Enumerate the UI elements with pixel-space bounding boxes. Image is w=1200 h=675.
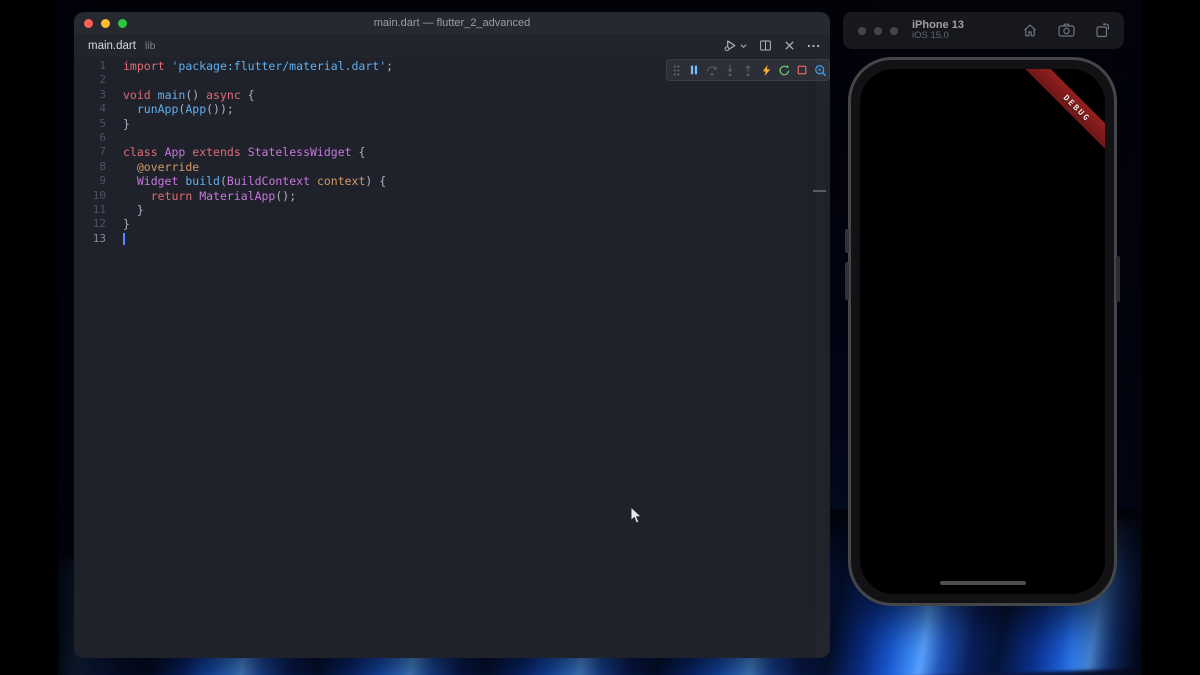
rotate-icon[interactable]	[1095, 23, 1110, 38]
code-line[interactable]: 12}	[74, 217, 830, 231]
step-into-icon[interactable]	[722, 62, 738, 78]
code-text: Widget build(BuildContext context) {	[123, 174, 386, 188]
simulator-traffic-lights	[858, 27, 898, 35]
line-number: 7	[74, 145, 106, 159]
step-out-icon[interactable]	[740, 62, 756, 78]
home-indicator[interactable]	[940, 581, 1026, 586]
drag-handle-icon[interactable]	[668, 62, 684, 78]
code-text	[123, 232, 125, 246]
run-debug-icon	[723, 38, 738, 53]
iphone-simulator: DEBUG	[848, 57, 1117, 606]
code-line[interactable]: 3 void main() async {	[74, 88, 830, 102]
line-number: 9	[74, 174, 106, 188]
breadcrumb-folder[interactable]: lib	[145, 40, 156, 52]
code-line[interactable]: 8 @override	[74, 160, 830, 174]
run-or-debug-button[interactable]	[723, 38, 747, 53]
scrollbar[interactable]	[816, 57, 830, 658]
volume-up-button	[845, 229, 849, 253]
debug-toolbar	[666, 59, 830, 81]
line-number: 1	[74, 59, 106, 73]
line-number: 2	[74, 73, 106, 87]
line-number: 8	[74, 160, 106, 174]
code-line[interactable]: 7 class App extends StatelessWidget {	[74, 145, 830, 159]
split-editor-button[interactable]	[759, 39, 772, 52]
desktop: main.dart — flutter_2_advanced main.dart…	[0, 0, 1200, 675]
line-number: 4	[74, 102, 106, 116]
line-number: 5	[74, 117, 106, 131]
simulator-toolbar-icons	[1022, 23, 1110, 38]
code-line[interactable]: 10 return MaterialApp();	[74, 189, 830, 203]
code-text: class App extends StatelessWidget {	[123, 145, 365, 159]
code-text: }	[123, 217, 130, 231]
line-number: 6	[74, 131, 106, 145]
power-button	[1116, 256, 1120, 302]
mouse-cursor	[630, 506, 644, 526]
window-titlebar[interactable]: main.dart — flutter_2_advanced	[74, 12, 830, 34]
code-text: runApp(App());	[123, 102, 234, 116]
simulator-screen[interactable]: DEBUG	[860, 69, 1105, 594]
code-text: @override	[123, 160, 199, 174]
sim-zoom-button[interactable]	[890, 27, 898, 35]
text-cursor	[123, 233, 125, 245]
line-number: 10	[74, 189, 106, 203]
code-line[interactable]: 5}	[74, 117, 830, 131]
code-text: return MaterialApp();	[123, 189, 296, 203]
step-over-icon[interactable]	[704, 62, 720, 78]
pause-icon[interactable]	[686, 62, 702, 78]
debug-banner: DEBUG	[1025, 69, 1105, 160]
code-text: }	[123, 117, 130, 131]
chevron-down-icon	[740, 43, 747, 49]
simulator-title-block: iPhone 13 iOS 15.0	[912, 19, 964, 43]
debug-banner-label: DEBUG	[1062, 93, 1092, 123]
line-number: 3	[74, 88, 106, 102]
more-actions-button[interactable]	[807, 44, 820, 48]
home-icon[interactable]	[1022, 23, 1038, 38]
code-editor[interactable]: 1 import 'package:flutter/material.dart';…	[74, 57, 830, 658]
code-line[interactable]: 6	[74, 131, 830, 145]
close-tab-button[interactable]	[784, 40, 795, 51]
line-number: 12	[74, 217, 106, 231]
hot-reload-icon[interactable]	[758, 62, 774, 78]
sim-minimize-button[interactable]	[874, 27, 882, 35]
screenshot-icon[interactable]	[1058, 23, 1075, 38]
code-line[interactable]: 4 runApp(App());	[74, 102, 830, 116]
editor-window: main.dart — flutter_2_advanced main.dart…	[74, 12, 830, 658]
code-line[interactable]: 11 }	[74, 203, 830, 217]
code-line[interactable]: 9 Widget build(BuildContext context) {	[74, 174, 830, 188]
breadcrumb[interactable]: main.dart lib	[88, 40, 155, 52]
simulator-os-version: iOS 15.0	[912, 31, 964, 42]
overview-ruler-cursor-mark	[813, 190, 826, 192]
code-text: void main() async {	[123, 88, 255, 102]
breadcrumb-file[interactable]: main.dart	[88, 40, 136, 52]
code-line[interactable]: 13	[74, 232, 830, 246]
line-number: 13	[74, 232, 106, 246]
line-number: 11	[74, 203, 106, 217]
restart-icon[interactable]	[776, 62, 792, 78]
volume-down-button	[845, 262, 849, 300]
simulator-titlebar[interactable]: iPhone 13 iOS 15.0	[843, 12, 1124, 49]
code-text: import 'package:flutter/material.dart';	[123, 59, 393, 73]
editor-tabbar: main.dart lib	[74, 34, 830, 57]
editor-actions	[723, 34, 820, 57]
window-title: main.dart — flutter_2_advanced	[74, 17, 830, 29]
sim-close-button[interactable]	[858, 27, 866, 35]
stop-icon[interactable]	[794, 62, 810, 78]
code-lines: 1 import 'package:flutter/material.dart';…	[74, 59, 830, 246]
code-text: }	[123, 203, 144, 217]
